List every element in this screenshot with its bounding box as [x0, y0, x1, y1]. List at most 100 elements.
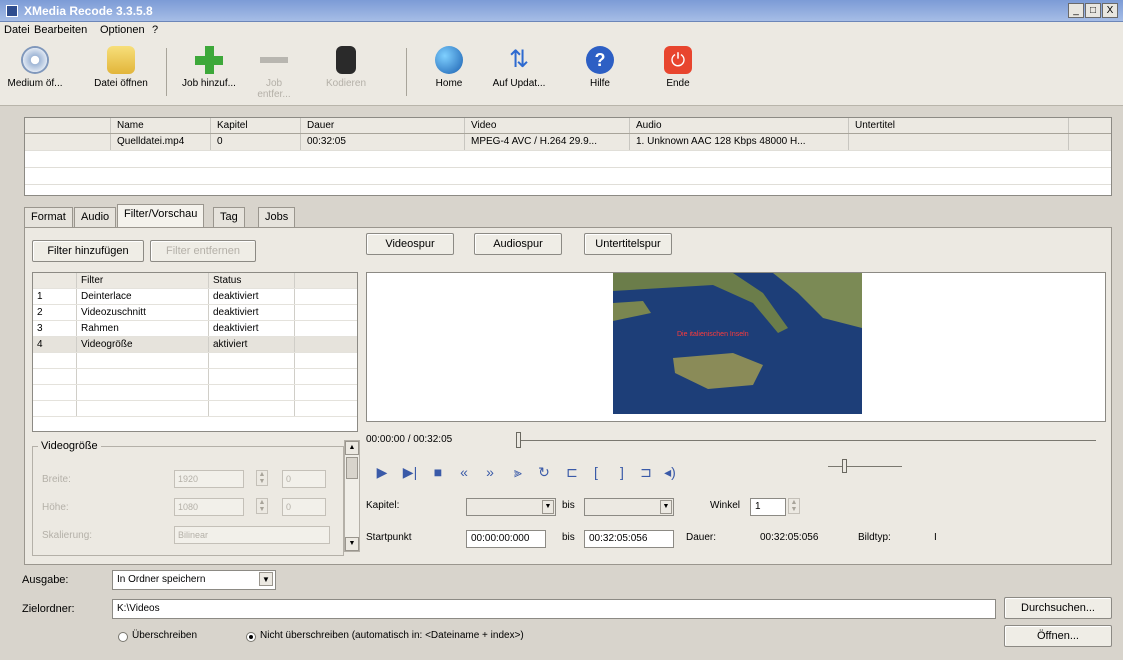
width-field[interactable]: 1920	[174, 470, 244, 488]
remove-job-button[interactable]: Job entfer...	[248, 42, 300, 102]
table-row-empty	[33, 353, 357, 369]
check-update-button[interactable]: ⇅ Auf Updat...	[484, 42, 554, 102]
column-header-audio[interactable]: Audio	[630, 118, 849, 133]
table-row[interactable]: 1 Deinterlace deaktiviert	[33, 289, 357, 305]
chevron-down-icon[interactable]: ▼	[259, 572, 273, 586]
endpoint-field[interactable]: 00:32:05:056	[584, 530, 674, 548]
mark-start-icon[interactable]: ⊏	[562, 462, 582, 482]
scaling-combo[interactable]: Bilinear	[174, 526, 330, 544]
stop-icon[interactable]: ■	[428, 462, 448, 482]
height-spinner[interactable]: ▲ ▼	[256, 498, 268, 514]
width-spinner[interactable]: ▲ ▼	[256, 470, 268, 486]
home-button[interactable]: Home	[424, 42, 474, 102]
minimize-button[interactable]: _	[1068, 3, 1084, 18]
chapter-to-combo[interactable]: ▼	[584, 498, 674, 516]
height-label: Höhe:	[42, 502, 69, 513]
mark-end-icon[interactable]: ⊐	[636, 462, 656, 482]
tab-audio[interactable]: Audio	[74, 207, 117, 227]
open-folder-button[interactable]: Öffnen...	[1004, 625, 1112, 647]
browse-button[interactable]: Durchsuchen...	[1004, 597, 1112, 619]
close-button[interactable]: X	[1102, 3, 1118, 18]
overwrite-label[interactable]: Überschreiben	[132, 630, 197, 641]
duration-label: Dauer:	[686, 532, 717, 543]
tab-tag[interactable]: Tag	[213, 207, 245, 227]
volume-track[interactable]	[828, 466, 902, 467]
column-header-filter[interactable]: Filter	[77, 273, 209, 288]
step-forward-icon[interactable]: ⫸	[508, 462, 528, 482]
tab-format[interactable]: Format	[24, 207, 73, 227]
output-combo[interactable]: In Ordner speichern	[112, 570, 276, 590]
no-overwrite-label[interactable]: Nicht überschreiben (automatisch in: <Da…	[260, 630, 524, 641]
menu-help[interactable]: ?	[152, 24, 158, 36]
tab-filter-preview[interactable]: Filter/Vorschau	[117, 204, 205, 228]
menu-bearbeiten[interactable]: Bearbeiten	[34, 24, 87, 36]
menu-datei[interactable]: Datei	[4, 24, 30, 36]
table-row[interactable]: Quelldatei.mp4 0 00:32:05 MPEG-4 AVC / H…	[25, 134, 1111, 151]
rewind-icon[interactable]: «	[454, 462, 474, 482]
column-header-chapter[interactable]: Kapitel	[211, 118, 301, 133]
bracket-end-icon[interactable]: ]	[612, 462, 632, 482]
startpoint-field[interactable]: 00:00:00:000	[466, 530, 546, 548]
remove-filter-button[interactable]: Filter entfernen	[150, 240, 256, 262]
table-header: Name Kapitel Dauer Video Audio Untertite…	[25, 118, 1111, 134]
menu-bar: Datei Bearbeiten Optionen ?	[0, 22, 1123, 40]
encode-button[interactable]: Kodieren	[316, 42, 376, 102]
no-overwrite-radio[interactable]	[246, 632, 256, 642]
audiotrack-button[interactable]: Audiospur	[474, 233, 562, 255]
open-medium-button[interactable]: Medium öf...	[0, 42, 70, 102]
play-icon[interactable]: ▶	[372, 462, 392, 482]
column-header-status[interactable]: Status	[209, 273, 295, 288]
column-header-subtitle[interactable]: Untertitel	[849, 118, 1069, 133]
scroll-down-button[interactable]: ▼	[345, 537, 359, 551]
table-row[interactable]: 4 Videogröße aktiviert	[33, 337, 357, 353]
table-row-empty	[33, 401, 357, 417]
add-job-button[interactable]: Job hinzuf...	[172, 42, 246, 102]
table-row-empty	[33, 385, 357, 401]
seek-thumb[interactable]	[516, 432, 521, 448]
bracket-start-icon[interactable]: [	[586, 462, 606, 482]
scroll-thumb[interactable]	[346, 457, 358, 479]
endpoint-to-label: bis	[562, 532, 575, 543]
filter-table[interactable]: Filter Status 1 Deinterlace deaktiviert …	[32, 272, 358, 432]
maximize-button[interactable]: □	[1085, 3, 1101, 18]
exit-button[interactable]: ⏻ Ende	[658, 42, 698, 102]
fast-forward-icon[interactable]: »	[480, 462, 500, 482]
time-display: 00:00:00 / 00:32:05	[366, 434, 453, 445]
minus-icon	[260, 46, 288, 74]
seek-track[interactable]	[516, 440, 1096, 441]
globe-icon	[435, 46, 463, 74]
cell-duration: 00:32:05	[301, 134, 465, 150]
menu-optionen[interactable]: Optionen	[100, 24, 145, 36]
subtitletrack-button[interactable]: Untertitelspur	[584, 233, 672, 255]
job-table[interactable]: Name Kapitel Dauer Video Audio Untertite…	[24, 117, 1112, 196]
title-bar: XMedia Recode 3.3.5.8 _ □ X	[0, 0, 1123, 22]
table-row[interactable]: 2 Videozuschnitt deaktiviert	[33, 305, 357, 321]
height-ratio-combo[interactable]: 0	[282, 498, 326, 516]
help-button[interactable]: ? Hilfe	[580, 42, 620, 102]
volume-icon[interactable]: ◂)	[660, 462, 680, 482]
videotrack-button[interactable]: Videospur	[366, 233, 454, 255]
table-row-empty	[33, 369, 357, 385]
rotate-icon[interactable]: ↻	[534, 462, 554, 482]
angle-spinner[interactable]: ▲ ▼	[788, 498, 800, 514]
tab-jobs[interactable]: Jobs	[258, 207, 296, 227]
column-header-duration[interactable]: Dauer	[301, 118, 465, 133]
width-ratio-combo[interactable]: 0	[282, 470, 326, 488]
width-label: Breite:	[42, 474, 71, 485]
overwrite-radio[interactable]	[118, 632, 128, 642]
chapter-from-combo[interactable]: ▼	[466, 498, 556, 516]
window-title: XMedia Recode 3.3.5.8	[24, 4, 153, 18]
scroll-up-button[interactable]: ▲	[345, 441, 359, 455]
volume-thumb[interactable]	[842, 459, 847, 473]
open-file-button[interactable]: Datei öffnen	[86, 42, 156, 102]
target-folder-field[interactable]: K:\Videos	[112, 599, 996, 619]
angle-field[interactable]: 1	[750, 498, 786, 516]
plus-icon	[195, 46, 223, 74]
next-frame-icon[interactable]: ▶|	[400, 462, 420, 482]
table-row[interactable]: 3 Rahmen deaktiviert	[33, 321, 357, 337]
add-filter-button[interactable]: Filter hinzufügen	[32, 240, 144, 262]
column-header-video[interactable]: Video	[465, 118, 630, 133]
height-field[interactable]: 1080	[174, 498, 244, 516]
column-header-name[interactable]: Name	[111, 118, 211, 133]
filter-settings-scrollbar[interactable]: ▲ ▼	[344, 440, 360, 552]
